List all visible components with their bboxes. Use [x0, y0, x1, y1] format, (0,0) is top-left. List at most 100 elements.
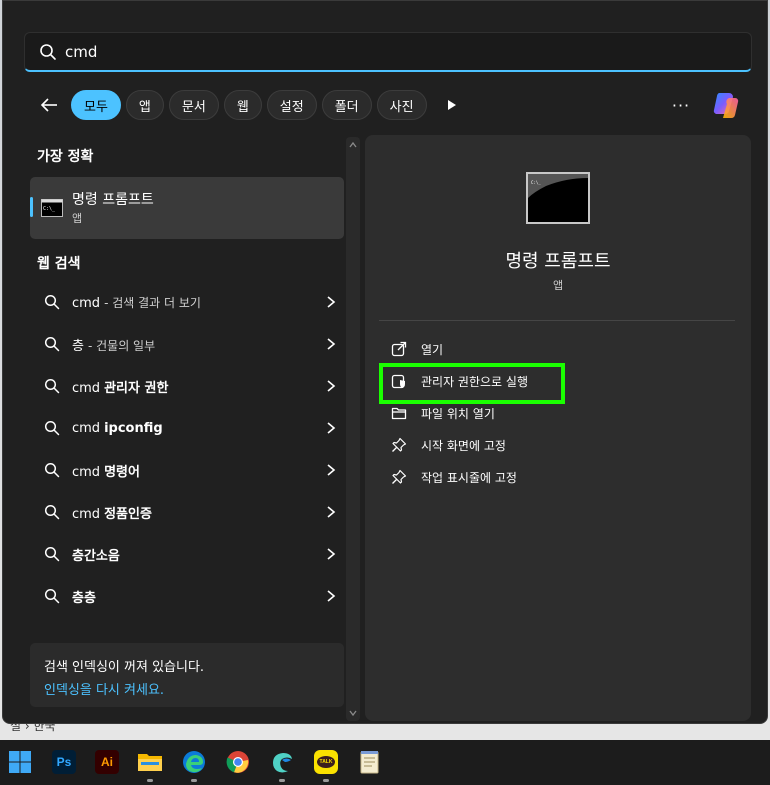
web-result-query: cmd — [72, 380, 101, 396]
action-label: 파일 위치 열기 — [421, 406, 495, 421]
svg-text:C:\_: C:\_ — [531, 180, 541, 185]
windows-start-icon — [9, 751, 31, 773]
open-external-icon — [391, 341, 407, 357]
results-scrollbar[interactable] — [346, 137, 360, 721]
chevron-right-icon — [327, 464, 336, 476]
web-result-query: cmd — [72, 506, 101, 522]
notepad-icon — [360, 751, 379, 774]
taskbar-illustrator[interactable]: Ai — [91, 746, 123, 778]
results-panel: 가장 정확 C:\_ 명령 프롬프트 앱 웹 검색 cmd - 검색 결과 더 보… — [27, 135, 347, 720]
taskbar-edge[interactable] — [178, 746, 210, 782]
running-indicator — [191, 779, 197, 782]
copilot-icon[interactable] — [711, 89, 743, 121]
command-prompt-icon: C:\_ — [41, 199, 63, 217]
filter-all[interactable]: 모두 — [71, 90, 121, 120]
filter-folders[interactable]: 폴더 — [321, 90, 372, 120]
taskbar-photoshop[interactable]: Ps — [48, 746, 80, 778]
filter-web[interactable]: 웹 — [223, 90, 262, 120]
web-search-heading: 웹 검색 — [37, 256, 81, 272]
running-indicator — [323, 779, 329, 782]
svg-text:C:\_: C:\_ — [43, 206, 56, 212]
web-result-completion: 명령어 — [104, 464, 140, 480]
filter-apps[interactable]: 앱 — [125, 90, 164, 120]
best-match-name: 명령 프롬프트 — [72, 192, 154, 208]
web-result-item[interactable]: 층간소음 — [30, 535, 344, 573]
play-icon — [447, 100, 456, 110]
more-filters-button[interactable] — [438, 90, 466, 120]
start-search-panel: 모두 앱 문서 웹 설정 폴더 사진 ··· — [2, 0, 768, 724]
indexing-notice-text: 검색 인덱싱이 꺼져 있습니다. — [44, 660, 205, 675]
running-indicator — [279, 779, 285, 782]
command-prompt-icon: C:\_ — [526, 172, 590, 224]
web-result-item[interactable]: 층층 — [30, 577, 344, 615]
app-details-panel: C:\_ 명령 프롬프트 앱 열기 관리자 권한으로 실행 파일 위치 열기 시… — [365, 135, 751, 721]
web-result-query: cmd — [72, 464, 101, 480]
chevron-right-icon — [327, 296, 336, 308]
taskbar-file-explorer[interactable] — [134, 746, 166, 782]
start-button[interactable] — [4, 746, 36, 778]
web-result-item[interactable]: cmd - 검색 결과 더 보기 — [30, 283, 344, 321]
pin-icon — [392, 437, 407, 452]
pin-to-start-action[interactable]: 시작 화면에 고정 — [385, 430, 725, 460]
taskbar-kakaotalk[interactable]: TALK — [310, 746, 342, 782]
web-result-query: cmd — [72, 295, 101, 311]
taskbar: Ps Ai TALK — [0, 740, 770, 785]
pin-to-taskbar-action[interactable]: 작업 표시줄에 고정 — [385, 462, 725, 492]
scroll-down-icon[interactable] — [348, 708, 358, 718]
search-icon — [44, 588, 60, 604]
web-result-item[interactable]: 층- 건물의 일부 — [30, 325, 344, 363]
app-type: 앱 — [552, 279, 564, 292]
web-result-query: cmd — [72, 420, 101, 436]
web-result-completion: ipconfig — [104, 420, 163, 436]
best-match-heading: 가장 정확 — [37, 149, 94, 165]
kakaotalk-label: TALK — [317, 756, 335, 768]
pin-icon — [392, 469, 407, 484]
chevron-right-icon — [327, 422, 336, 434]
enable-indexing-link[interactable]: 인덱싱을 다시 켜세요. — [44, 679, 164, 698]
best-match-item[interactable]: C:\_ 명령 프롬프트 앱 — [30, 177, 344, 239]
search-icon — [44, 504, 60, 520]
web-result-query: 층 — [72, 338, 84, 354]
web-result-completion: 층간소음 — [72, 548, 120, 564]
app-icon — [273, 753, 292, 773]
search-icon — [44, 420, 60, 436]
action-label: 시작 화면에 고정 — [421, 438, 506, 453]
filter-photos[interactable]: 사진 — [376, 90, 427, 120]
open-action[interactable]: 열기 — [385, 334, 725, 364]
chevron-right-icon — [327, 338, 336, 350]
taskbar-app[interactable] — [266, 746, 298, 782]
web-result-item[interactable]: cmd 관리자 권한 — [30, 367, 344, 405]
filter-settings[interactable]: 설정 — [266, 90, 317, 120]
search-icon — [44, 378, 60, 394]
web-result-suffix: - 건물의 일부 — [87, 338, 156, 353]
selection-indicator — [30, 197, 33, 217]
search-icon — [40, 43, 56, 60]
search-input[interactable] — [65, 42, 665, 61]
taskbar-chrome[interactable] — [222, 746, 254, 778]
back-button[interactable] — [33, 90, 65, 120]
chevron-right-icon — [327, 506, 336, 518]
web-result-item[interactable]: cmd 정품인증 — [30, 493, 344, 531]
action-label: 작업 표시줄에 고정 — [421, 470, 517, 485]
annotation-highlight-box — [379, 363, 565, 404]
taskbar-notepad[interactable] — [354, 746, 386, 778]
scroll-up-icon[interactable] — [348, 140, 358, 150]
folder-icon — [391, 407, 407, 420]
chevron-right-icon — [327, 548, 336, 560]
chevron-right-icon — [327, 380, 336, 392]
kakaotalk-icon: TALK — [314, 750, 338, 774]
edge-icon — [183, 751, 205, 773]
search-box[interactable] — [24, 32, 752, 72]
web-result-item[interactable]: cmd ipconfig — [30, 409, 344, 447]
action-label: 열기 — [421, 342, 444, 357]
web-result-completion: 정품인증 — [104, 506, 152, 522]
search-icon — [44, 546, 60, 562]
app-name: 명령 프롬프트 — [505, 251, 611, 272]
web-result-item[interactable]: cmd 명령어 — [30, 451, 344, 489]
more-options-button[interactable]: ··· — [667, 90, 695, 120]
filter-documents[interactable]: 문서 — [168, 90, 219, 120]
web-result-completion: 층층 — [72, 590, 96, 606]
best-match-type: 앱 — [72, 212, 83, 225]
chrome-icon — [226, 751, 249, 773]
search-icon — [44, 294, 60, 310]
